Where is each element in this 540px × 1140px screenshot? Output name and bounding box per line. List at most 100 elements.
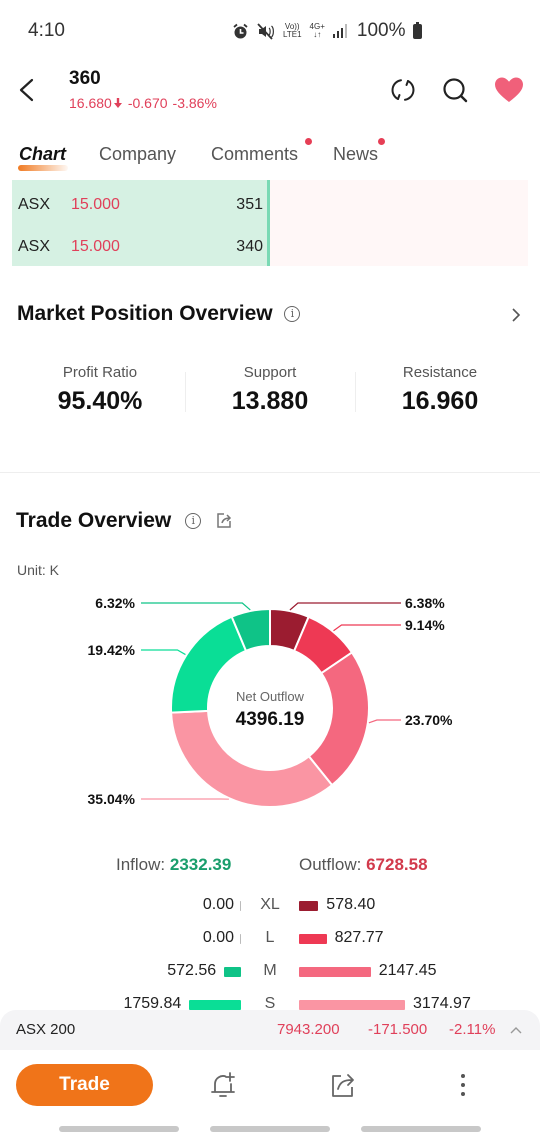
inflow-bar — [224, 967, 241, 977]
index-ticker-bar[interactable]: ASX 200 7943.200 -171.500 -2.11% — [0, 1010, 540, 1050]
section-divider — [0, 472, 540, 473]
bottom-action-bar: Trade — [0, 1050, 540, 1120]
donut-center-label: Net Outflow — [236, 689, 305, 704]
outflow-value: 6728.58 — [366, 855, 428, 874]
inflow-amount: 572.56 — [167, 962, 217, 979]
back-icon[interactable] — [14, 74, 40, 106]
arrow-down-icon — [113, 98, 122, 108]
stock-header: 360 16.680 -0.670 -3.86% — [0, 64, 540, 124]
share-icon[interactable] — [329, 1070, 357, 1100]
bid-exchange: ASX — [18, 196, 51, 213]
add-alert-bell-icon[interactable] — [209, 1070, 237, 1100]
market-position-title[interactable]: Market Position Overview i — [17, 302, 301, 326]
donut-slice-outflow-m[interactable] — [307, 651, 370, 787]
chevron-right-icon[interactable] — [510, 306, 522, 324]
metric-value: 13.880 — [231, 387, 309, 415]
metric-value: 16.960 — [401, 387, 479, 415]
status-bar: 4:10 Vo)) LTE1 4G+ ↓↑ 100% — [0, 0, 540, 64]
trade-button[interactable]: Trade — [16, 1064, 153, 1106]
tab-news[interactable]: News — [333, 144, 378, 165]
nav-handle[interactable] — [210, 1126, 330, 1132]
alarm-icon — [233, 23, 248, 38]
index-change-pct: -2.11% — [449, 1021, 496, 1038]
breakdown-row-xl: 0.00 XL 578.40 — [0, 894, 540, 918]
ticker-symbol: 360 — [69, 68, 101, 89]
trade-overview-header: Trade Overview i — [16, 509, 233, 533]
outflow-amount: 578.40 — [326, 896, 376, 913]
bid-row: ASX 15.000 351 — [12, 182, 267, 224]
info-icon[interactable]: i — [185, 513, 202, 529]
inflow-amount: 0.00 — [202, 929, 234, 946]
bid-row: ASX 15.000 340 — [12, 224, 267, 266]
quote-line: 16.680 -0.670 -3.86% — [69, 95, 217, 111]
nav-handle[interactable] — [361, 1126, 481, 1132]
inflow-bar — [189, 1000, 241, 1010]
tab-company[interactable]: Company — [99, 144, 176, 165]
donut-leader-line — [368, 719, 401, 724]
inflow-amount: 0.00 — [202, 896, 234, 913]
inflow-bar — [240, 901, 241, 911]
bid-price: 15.000 — [71, 238, 120, 255]
nav-handles — [0, 1126, 540, 1132]
bid-side: ASX 15.000 351 ASX 15.000 340 — [12, 180, 270, 266]
metric-value: 95.40% — [57, 387, 143, 415]
price-change: -0.670 — [127, 95, 168, 111]
trade-donut-chart: 6.38% 9.14% 23.70% 35.04% 19.42% 6.32% Net Ou… — [88, 595, 453, 808]
metric-label: Support — [243, 364, 297, 381]
donut-slice-label: 23.70% — [405, 712, 453, 728]
tab-comments[interactable]: Comments — [211, 144, 298, 165]
donut-slice-label: 9.14% — [405, 617, 445, 633]
order-book: ASX 15.000 351 ASX 15.000 340 — [12, 180, 528, 266]
status-time: 4:10 — [28, 20, 65, 41]
inflow-total: Inflow: 2332.39 — [116, 855, 232, 874]
price-change-pct: -3.86% — [172, 95, 217, 111]
breakdown-row-l: 0.00 L 827.77 — [0, 927, 540, 951]
active-tab-indicator — [18, 165, 68, 171]
outflow-amount: 827.77 — [334, 929, 384, 946]
outflow-amount: 2147.45 — [378, 962, 437, 979]
tab-bar: Chart Company Comments News — [0, 138, 540, 176]
donut-leader-line — [141, 649, 186, 656]
chevron-up-icon[interactable] — [510, 1026, 522, 1034]
share-icon[interactable] — [215, 512, 233, 530]
outflow-bar — [299, 967, 371, 977]
bid-price: 15.000 — [71, 196, 120, 213]
bid-quantity: 351 — [236, 196, 263, 213]
search-icon[interactable] — [441, 76, 469, 104]
metric-label: Profit Ratio — [62, 364, 138, 381]
trade-overview-title: Trade Overview — [16, 509, 172, 532]
donut-slice-label: 6.32% — [95, 595, 135, 611]
last-price: 16.680 — [69, 95, 112, 111]
donut-slice-label: 6.38% — [405, 595, 445, 611]
comments-badge-dot — [305, 138, 312, 145]
donut-slice-inflow-s[interactable] — [170, 615, 248, 714]
news-badge-dot — [378, 138, 385, 145]
refresh-icon[interactable] — [389, 76, 417, 104]
info-icon[interactable]: i — [284, 306, 301, 322]
nav-handle[interactable] — [59, 1126, 179, 1132]
bid-exchange: ASX — [18, 238, 51, 255]
size-category: L — [265, 929, 275, 946]
favorite-heart-icon[interactable] — [494, 76, 524, 104]
index-name: ASX 200 — [16, 1021, 76, 1038]
outflow-total: Outflow: 6728.58 — [299, 855, 428, 874]
donut-slice-label: 19.42% — [88, 642, 136, 658]
donut-leader-line — [141, 602, 251, 611]
outflow-bar — [299, 901, 319, 911]
inflow-value: 2332.39 — [169, 855, 232, 874]
index-change: -171.500 — [368, 1021, 428, 1038]
breakdown-row-m: 572.56 M 2147.45 — [0, 960, 540, 984]
signal-icon — [332, 24, 347, 38]
metric-profit-ratio: Profit Ratio 95.40% — [15, 364, 185, 416]
4g-icon: 4G+ ↓↑ — [309, 22, 325, 39]
donut-leader-line — [289, 602, 401, 611]
donut-center-value: 4396.19 — [236, 709, 305, 730]
metric-support: Support 13.880 — [185, 364, 355, 416]
mute-icon — [257, 22, 274, 40]
donut-leader-line — [333, 624, 401, 632]
more-options-icon[interactable] — [449, 1070, 477, 1100]
tab-chart[interactable]: Chart — [19, 144, 66, 165]
index-value: 7943.200 — [277, 1021, 340, 1038]
outflow-bar — [299, 1000, 405, 1010]
donut-slice-label: 35.04% — [88, 791, 136, 807]
